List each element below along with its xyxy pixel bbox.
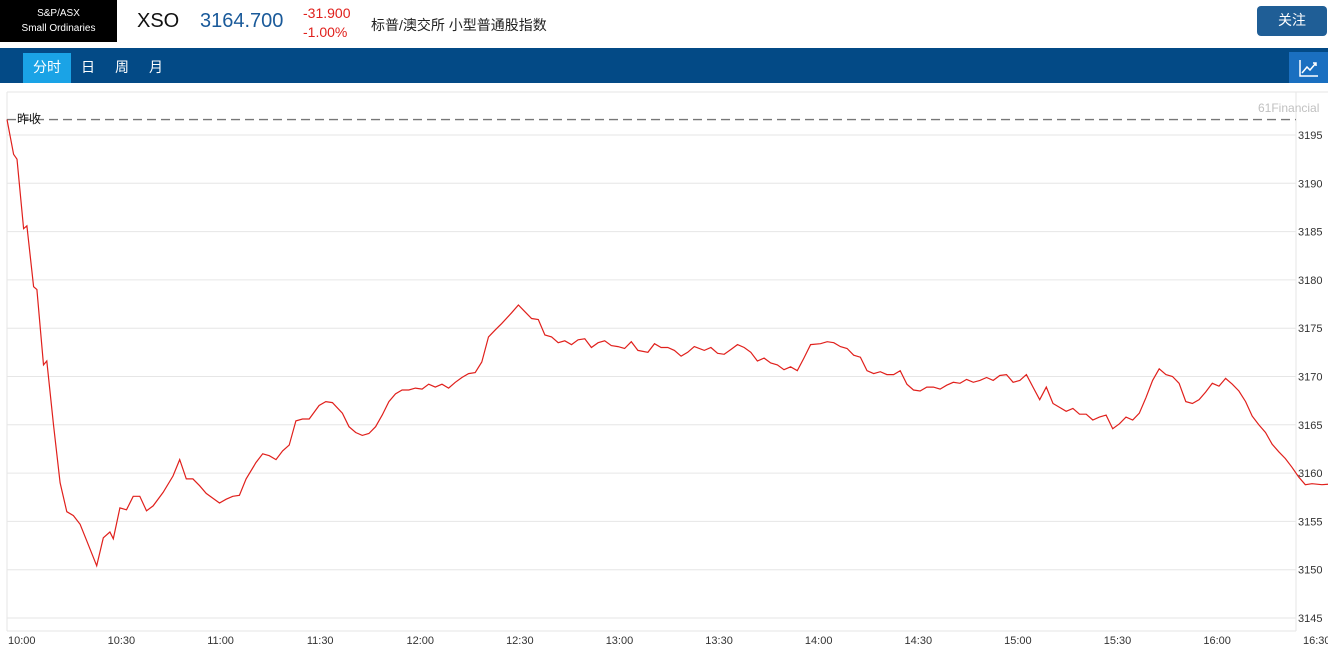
price-change: -31.900	[303, 5, 351, 21]
x-tick-label: 12:30	[506, 635, 534, 647]
x-tick-label: 15:00	[1004, 635, 1032, 647]
index-logo: S&P/ASX Small Ordinaries	[0, 0, 117, 42]
intraday-chart: 3195 3190 3185 3180 3175 3170 3165 3160 3155 3150…	[0, 83, 1328, 656]
watermark: 61Financial	[1258, 101, 1320, 115]
x-tick-label: 16:00	[1203, 635, 1231, 647]
chart-canvas: 3195 3190 3185 3180 3175 3170 3165 3160 3155 3150…	[6, 91, 1328, 647]
y-tick-label: 3145	[1298, 613, 1322, 625]
y-tick-label: 3175	[1298, 323, 1322, 335]
y-tick-label: 3170	[1298, 372, 1322, 384]
x-tick-label: 13:30	[705, 635, 733, 647]
x-tick-label: 14:00	[805, 635, 833, 647]
logo-line-1: S&P/ASX	[37, 8, 80, 19]
y-tick-label: 3185	[1298, 227, 1322, 239]
y-tick-label: 3165	[1298, 420, 1322, 432]
price-change-block: -31.900 -1.00%	[303, 4, 350, 42]
y-tick-label: 3180	[1298, 275, 1322, 287]
prev-close-label: 昨收	[17, 112, 42, 126]
line-chart-icon	[1298, 59, 1318, 77]
x-tick-label: 13:00	[606, 635, 634, 647]
x-tick-label: 14:30	[905, 635, 933, 647]
ticker-symbol: XSO	[137, 10, 180, 32]
x-tick-label: 11:30	[307, 635, 334, 647]
price-line-series	[6, 119, 1328, 568]
y-tick-label: 3155	[1298, 516, 1322, 528]
price-change-percent: -1.00%	[303, 24, 348, 40]
y-tick-label: 3190	[1298, 178, 1322, 190]
x-tick-label: 15:30	[1104, 635, 1132, 647]
y-tick-label: 3195	[1298, 130, 1322, 142]
tab-monthly[interactable]: 月	[144, 53, 168, 83]
period-tabbar: 分时 日 周 月	[0, 48, 1328, 83]
y-tick-label: 3160	[1298, 468, 1322, 480]
tab-daily[interactable]: 日	[76, 53, 100, 83]
quote-header: S&P/ASX Small Ordinaries XSO 3164.700 -3…	[0, 0, 1328, 44]
x-tick-label: 16:30	[1303, 635, 1328, 647]
tab-intraday[interactable]: 分时	[23, 53, 71, 83]
x-tick-label: 11:00	[207, 635, 234, 647]
chart-type-toggle[interactable]	[1289, 52, 1328, 83]
x-tick-label: 10:30	[108, 635, 136, 647]
y-tick-label: 3150	[1298, 565, 1322, 577]
logo-line-2: Small Ordinaries	[21, 23, 96, 34]
tab-weekly[interactable]: 周	[110, 53, 134, 83]
x-tick-label: 10:00	[8, 635, 36, 647]
index-name: 标普/澳交所 小型普通股指数	[371, 17, 547, 33]
follow-button[interactable]: 关注	[1257, 6, 1327, 36]
last-price: 3164.700	[200, 10, 284, 32]
x-tick-label: 12:00	[406, 635, 434, 647]
